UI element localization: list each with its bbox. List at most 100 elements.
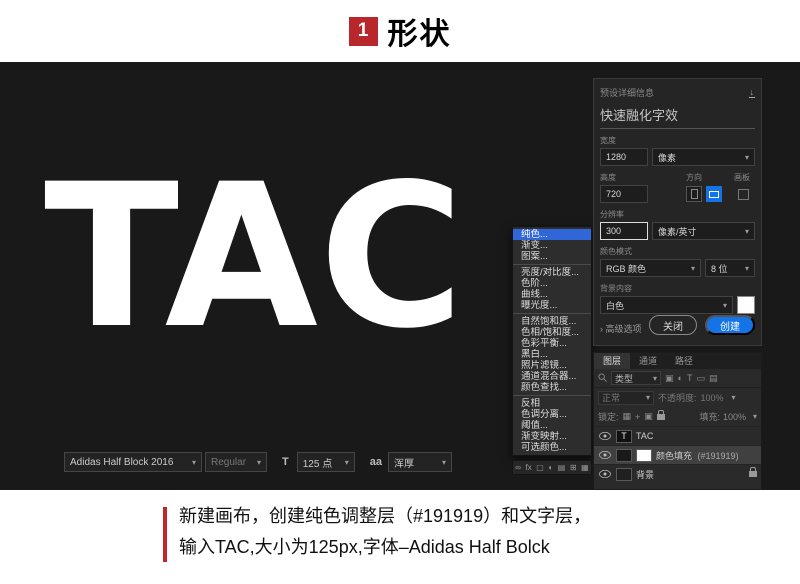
blend-mode-select[interactable]: 正常 ▾ — [598, 391, 654, 405]
resolution-unit-select[interactable]: 像素/英寸 ▾ — [652, 222, 755, 240]
caption-line-2: 输入TAC,大小为125px,字体–Adidas Half Bolck — [179, 532, 591, 563]
eye-icon[interactable] — [598, 432, 612, 440]
kind-filter-select[interactable]: 类型 ▾ — [611, 371, 661, 385]
step-number-badge: 1 — [349, 17, 378, 46]
layer-row-background[interactable]: 背景 — [594, 464, 761, 483]
menu-item[interactable]: 黑白... — [513, 349, 591, 360]
height-label: 高度 — [600, 172, 686, 183]
orientation-landscape-icon[interactable] — [706, 186, 722, 202]
font-family-select[interactable]: Adidas Half Block 2016 ▾ — [64, 452, 202, 472]
menu-item[interactable]: 通道混合器... — [513, 371, 591, 382]
eye-icon[interactable] — [598, 451, 612, 459]
layers-panel-tabs: 图层 通道 路径 — [594, 353, 761, 369]
tab-paths[interactable]: 路径 — [666, 353, 702, 369]
caption-text: 新建画布，创建纯色调整层（#191919）和文字层， 输入TAC,大小为125p… — [179, 501, 591, 563]
bit-depth-select[interactable]: 8 位 ▾ — [705, 259, 755, 277]
link-layers-icon[interactable]: ∞ — [515, 463, 521, 472]
tab-layers[interactable]: 图层 — [594, 353, 630, 369]
menu-item[interactable]: 亮度/对比度... — [513, 267, 591, 278]
layer-name: TAC — [636, 431, 757, 441]
page-title: 形状 — [388, 9, 452, 53]
font-size-select[interactable]: 125 点 ▾ — [297, 452, 355, 472]
artboard-checkbox[interactable] — [738, 189, 749, 200]
anti-alias-select[interactable]: 浑厚 ▾ — [388, 452, 452, 472]
filter-shape-layers-icon[interactable]: ▭ — [696, 373, 705, 384]
menu-item[interactable]: 曝光度... — [513, 300, 591, 311]
width-input[interactable]: 1280 — [600, 148, 648, 166]
menu-separator — [513, 264, 591, 265]
layer-row-color-fill[interactable]: 颜色填充 (#191919) — [594, 445, 761, 464]
filter-type-layers-icon[interactable]: T — [687, 373, 693, 383]
width-label: 宽度 — [600, 135, 755, 146]
font-family-value: Adidas Half Block 2016 — [70, 457, 173, 468]
layer-row-tac[interactable]: T TAC — [594, 426, 761, 445]
chevron-down-icon: ▾ — [345, 458, 349, 467]
menu-item[interactable]: 可选颜色... — [513, 442, 591, 453]
canvas-text-tac: TAC — [44, 158, 465, 356]
menu-item[interactable]: 色相/饱和度... — [513, 327, 591, 338]
layer-lock-icon — [749, 471, 757, 477]
color-mode-select[interactable]: RGB 颜色 ▾ — [600, 259, 701, 277]
menu-item-solid-color[interactable]: 纯色... — [513, 229, 591, 240]
layer-name: 颜色填充 (#191919) — [656, 449, 757, 462]
menu-separator — [513, 313, 591, 314]
width-unit-select[interactable]: 像素 ▾ — [652, 148, 755, 166]
layer-effects-icon[interactable]: fx — [526, 463, 532, 472]
layer-mask-icon[interactable]: ▢ — [536, 463, 544, 472]
close-button[interactable]: 关闭 — [649, 315, 697, 335]
menu-item[interactable]: 色阶... — [513, 278, 591, 289]
save-preset-icon[interactable]: ↓ — [749, 88, 756, 98]
caption-line-1: 新建画布，创建纯色调整层（#191919）和文字层， — [179, 501, 591, 532]
menu-item[interactable]: 阈值... — [513, 420, 591, 431]
menu-item[interactable]: 色调分离... — [513, 409, 591, 420]
menu-separator — [513, 395, 591, 396]
lock-pixels-icon[interactable]: ▣ — [644, 411, 653, 422]
height-input[interactable]: 720 — [600, 185, 648, 203]
color-mode-value: RGB 颜色 — [606, 262, 646, 275]
create-button[interactable]: 创建 — [705, 315, 755, 335]
landscape-glyph — [709, 191, 719, 198]
new-layer-icon[interactable]: ⊞ — [570, 463, 577, 472]
menu-item[interactable]: 渐变映射... — [513, 431, 591, 442]
menu-item[interactable]: 颜色查找... — [513, 382, 591, 393]
layer-mask-thumbnail — [636, 449, 652, 462]
chevron-down-icon: ▾ — [192, 458, 196, 467]
resolution-input[interactable]: 300 — [600, 222, 648, 240]
filter-pixel-layers-icon[interactable]: ▣ — [665, 373, 674, 384]
lock-position-icon[interactable]: + — [635, 412, 640, 422]
new-group-icon[interactable]: ▤ — [558, 463, 566, 472]
lock-row: 锁定: ▦ + ▣ 填充: 100% ▾ — [594, 407, 761, 426]
chevron-down-icon: ▾ — [745, 227, 749, 236]
menu-item[interactable]: 图案... — [513, 251, 591, 262]
menu-item[interactable]: 色彩平衡... — [513, 338, 591, 349]
menu-item[interactable]: 曲线... — [513, 289, 591, 300]
menu-item[interactable]: 自然饱和度... — [513, 316, 591, 327]
background-color-swatch[interactable] — [737, 296, 755, 314]
filter-adjustment-layers-icon[interactable]: ◐ — [678, 373, 683, 383]
menu-item[interactable]: 反相 — [513, 398, 591, 409]
chevron-down-icon: ▾ — [753, 412, 757, 421]
lock-all-icon[interactable] — [657, 414, 665, 420]
delete-layer-icon[interactable]: ▦ — [581, 463, 589, 472]
caption: 新建画布，创建纯色调整层（#191919）和文字层， 输入TAC,大小为125p… — [0, 490, 800, 584]
fill-value[interactable]: 100% — [723, 412, 746, 422]
new-document-dialog: 预设详细信息 ↓ 快速融化字效 宽度 1280 像素 ▾ 高度 方向 画板 72… — [593, 78, 762, 346]
menu-item[interactable]: 照片滤镜... — [513, 360, 591, 371]
opacity-value[interactable]: 100% — [701, 393, 724, 403]
background-contents-value: 白色 — [606, 299, 624, 312]
chevron-down-icon: ▾ — [745, 264, 749, 273]
font-style-select[interactable]: Regular ▾ — [205, 452, 267, 472]
eye-icon[interactable] — [598, 470, 612, 478]
tab-channels[interactable]: 通道 — [630, 353, 666, 369]
document-name-input[interactable]: 快速融化字效 — [600, 99, 755, 129]
menu-item[interactable]: 渐变... — [513, 240, 591, 251]
font-size-value: 125 点 — [303, 455, 332, 470]
orientation-portrait-icon[interactable] — [686, 186, 702, 202]
layers-panel: 图层 通道 路径 类型 ▾ ▣ ◐ T ▭ ▤ 正常 — [593, 352, 762, 490]
adjustment-layer-icon[interactable]: ◐ — [548, 463, 553, 472]
dialog-title: 预设详细信息 — [600, 86, 654, 99]
anti-alias-icon: aa — [370, 456, 382, 468]
background-contents-select[interactable]: 白色 ▾ — [600, 296, 733, 314]
lock-transparency-icon[interactable]: ▦ — [623, 411, 632, 422]
filter-smart-object-icon[interactable]: ▤ — [709, 373, 718, 384]
